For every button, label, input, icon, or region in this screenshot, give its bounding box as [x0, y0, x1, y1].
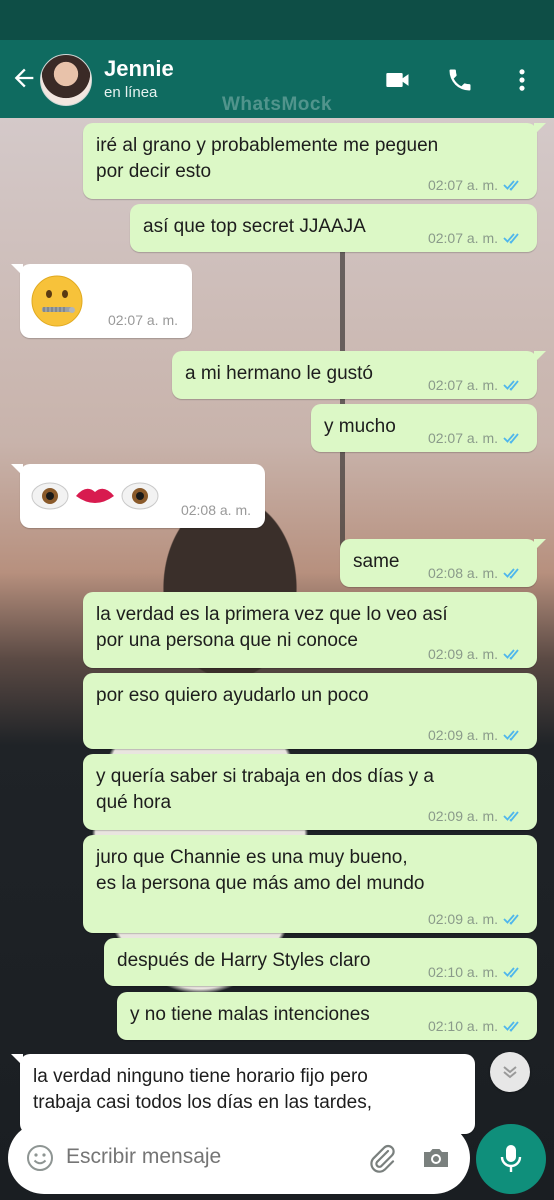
message-text: por eso quiero ayudarlo un poco [96, 685, 369, 706]
message-outgoing[interactable]: iré al grano y probablemente me peguen p… [83, 123, 546, 199]
message-text: same [353, 551, 400, 572]
message-text: y mucho [324, 416, 396, 437]
camera-icon[interactable] [420, 1142, 452, 1174]
message-text: a mi hermano le gustó [185, 363, 373, 384]
message-outgoing[interactable]: y mucho 02:07 a. m. [311, 404, 537, 452]
message-incoming[interactable]: 02:08 a. m. [11, 464, 265, 528]
message-meta: 02:08 a. m. [428, 565, 525, 581]
message-text: iré al grano y probablemente me peguen p… [96, 135, 439, 182]
double-check-icon [503, 1021, 519, 1032]
message-time: 02:09 a. m. [427, 727, 498, 743]
message-text: y no tiene malas intenciones [130, 1004, 370, 1025]
message-outgoing[interactable]: así que top secret JJAAJA 02:07 a. m. [130, 204, 537, 252]
double-check-icon [503, 967, 519, 978]
double-check-icon [503, 180, 519, 191]
message-text: la verdad es la primera vez que lo veo a… [96, 604, 448, 651]
voice-message-button[interactable] [476, 1124, 546, 1194]
message-meta: 02:07 a. m. [428, 230, 525, 246]
message-outgoing[interactable]: y no tiene malas intenciones 02:10 a. m. [117, 992, 537, 1040]
message-time: 02:07 a. m. [427, 430, 498, 446]
message-time: 02:07 a. m. [107, 312, 178, 328]
double-chevron-down-icon [503, 1066, 517, 1079]
double-check-icon [503, 380, 519, 391]
more-options-icon[interactable] [508, 66, 536, 94]
message-text: la verdad ninguno tiene horario fijo per… [33, 1066, 373, 1113]
message-outgoing[interactable]: después de Harry Styles claro 02:10 a. m… [104, 938, 537, 986]
message-meta: 02:07 a. m. [428, 430, 525, 446]
video-call-icon[interactable] [384, 66, 412, 94]
double-check-icon [503, 914, 519, 925]
message-time: 02:08 a. m. [180, 502, 251, 518]
zipper-mouth-emoji-icon [31, 275, 83, 327]
message-time: 02:10 a. m. [427, 1018, 498, 1034]
eyes-lips-emoji-icon [31, 482, 159, 510]
message-text: y quería saber si trabaja en dos días y … [96, 766, 434, 813]
message-time: 02:09 a. m. [427, 808, 498, 824]
message-outgoing[interactable]: y quería saber si trabaja en dos días y … [83, 754, 537, 830]
message-time: 02:08 a. m. [427, 565, 498, 581]
message-meta: 02:07 a. m. [428, 177, 525, 193]
emoji-icon[interactable] [26, 1144, 54, 1172]
back-arrow-icon[interactable] [10, 64, 38, 92]
message-incoming[interactable]: 02:07 a. m. [11, 264, 192, 338]
message-text: después de Harry Styles claro [117, 950, 371, 971]
message-meta: 02:08 a. m. [181, 502, 251, 518]
message-outgoing[interactable]: same 02:08 a. m. [340, 539, 546, 587]
message-meta: 02:07 a. m. [428, 377, 525, 393]
contact-name[interactable]: Jennie [104, 56, 174, 82]
double-check-icon [503, 433, 519, 444]
message-meta: 02:07 a. m. [108, 312, 178, 328]
message-meta: 02:09 a. m. [428, 911, 525, 927]
message-time: 02:07 a. m. [427, 230, 498, 246]
scroll-down-button[interactable] [490, 1052, 530, 1092]
message-text: juro que Channie es una muy bueno, es la… [96, 847, 425, 894]
message-outgoing[interactable]: por eso quiero ayudarlo un poco 02:09 a.… [83, 673, 537, 749]
message-outgoing[interactable]: a mi hermano le gustó 02:07 a. m. [172, 351, 546, 399]
message-meta: 02:10 a. m. [428, 964, 525, 980]
attach-paperclip-icon[interactable] [366, 1142, 398, 1174]
message-text: así que top secret JJAAJA [143, 216, 366, 237]
phone-call-icon[interactable] [446, 66, 474, 94]
watermark: WhatsMock [221, 94, 333, 115]
double-check-icon [503, 233, 519, 244]
double-check-icon [503, 649, 519, 660]
message-composer [8, 1122, 470, 1194]
message-outgoing[interactable]: juro que Channie es una muy bueno, es la… [83, 835, 537, 933]
message-time: 02:10 a. m. [427, 964, 498, 980]
status-bar [0, 0, 554, 40]
message-input[interactable] [64, 1144, 308, 1170]
chat-area[interactable]: iré al grano y probablemente me peguen p… [0, 118, 554, 1200]
chat-header: Jennie en línea WhatsMock [0, 40, 554, 118]
message-time: 02:07 a. m. [427, 177, 498, 193]
message-time: 02:09 a. m. [427, 646, 498, 662]
double-check-icon [503, 568, 519, 579]
double-check-icon [503, 730, 519, 741]
message-meta: 02:10 a. m. [428, 1018, 525, 1034]
message-outgoing[interactable]: la verdad es la primera vez que lo veo a… [83, 592, 537, 668]
message-meta: 02:09 a. m. [428, 727, 525, 743]
message-meta: 02:09 a. m. [428, 808, 525, 824]
microphone-icon [500, 1145, 522, 1172]
double-check-icon [503, 811, 519, 822]
message-meta: 02:09 a. m. [428, 646, 525, 662]
message-time: 02:07 a. m. [427, 377, 498, 393]
message-time: 02:09 a. m. [427, 911, 498, 927]
